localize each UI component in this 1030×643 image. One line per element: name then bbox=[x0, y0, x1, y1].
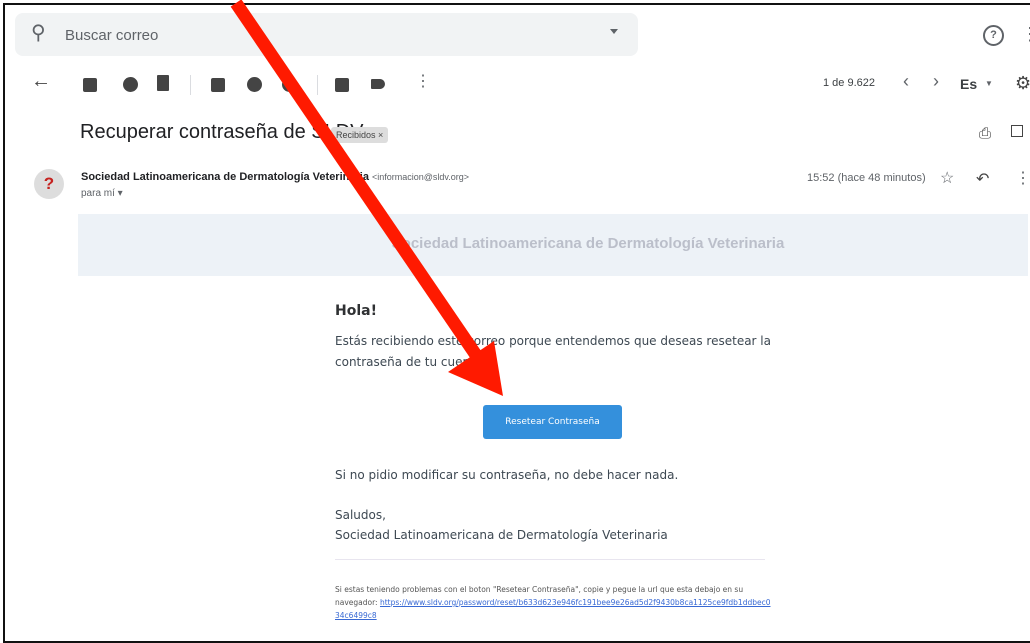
reset-url-link[interactable]: https://www.sldv.org/password/reset/b633… bbox=[335, 598, 770, 620]
email-header-banner: Sociedad Latinoamericana de Dermatología… bbox=[78, 214, 1028, 276]
language-caret-icon[interactable]: ▼ bbox=[985, 79, 993, 88]
signature-block: Saludos, Sociedad Latinoamericana de Der… bbox=[335, 505, 668, 545]
email-body: Hola! Estás recibiendo este correo porqu… bbox=[335, 303, 775, 373]
recipient-details[interactable]: para mí ▾ bbox=[81, 188, 123, 199]
open-new-window-icon[interactable] bbox=[1011, 125, 1023, 137]
sender-avatar: ? bbox=[34, 169, 64, 199]
move-to-icon[interactable] bbox=[335, 78, 349, 92]
inbox-label-chip[interactable]: Recibidos × bbox=[331, 127, 389, 143]
footer-divider bbox=[335, 559, 765, 560]
delete-icon[interactable] bbox=[157, 75, 169, 91]
gmail-window: ⚲ ? ⋮⋮ ← ⋮ 1 de 9.622 ‹ › Es ▼ ⚙ Recuper… bbox=[3, 3, 1030, 643]
message-toolbar: ← ⋮ 1 de 9.622 ‹ › Es ▼ ⚙ bbox=[5, 65, 1030, 105]
input-language[interactable]: Es bbox=[960, 76, 977, 92]
reset-password-button[interactable]: Resetear Contraseña bbox=[483, 405, 622, 439]
salutation: Saludos, bbox=[335, 508, 386, 522]
report-spam-icon[interactable] bbox=[123, 77, 138, 92]
search-icon[interactable]: ⚲ bbox=[31, 22, 46, 44]
toolbar-divider bbox=[190, 75, 191, 95]
star-icon[interactable]: ☆ bbox=[940, 168, 954, 188]
sender-email: <informacion@sldv.org> bbox=[372, 172, 470, 182]
sender-line: Sociedad Latinoamericana de Dermatología… bbox=[81, 171, 469, 183]
settings-gear-icon[interactable]: ⚙ bbox=[1015, 73, 1030, 94]
snooze-icon[interactable] bbox=[247, 77, 262, 92]
email-time: 15:52 (hace 48 minutos) bbox=[807, 172, 926, 184]
more-options-icon[interactable]: ⋮ bbox=[415, 71, 431, 91]
archive-icon[interactable] bbox=[83, 78, 97, 92]
back-arrow-icon[interactable]: ← bbox=[31, 70, 51, 93]
mark-unread-icon[interactable] bbox=[211, 78, 225, 92]
email-subject: Recuperar contraseña de SLDV bbox=[80, 121, 364, 143]
apps-grid-icon[interactable]: ⋮⋮ bbox=[1021, 24, 1030, 45]
footer-note: Si estas teniendo problemas con el boton… bbox=[335, 583, 775, 622]
no-action-paragraph: Si no pidio modificar su contraseña, no … bbox=[335, 468, 679, 482]
sender-name: Sociedad Latinoamericana de Dermatología… bbox=[81, 171, 369, 183]
help-icon[interactable]: ? bbox=[983, 25, 1004, 46]
signature-name: Sociedad Latinoamericana de Dermatología… bbox=[335, 528, 668, 542]
greeting: Hola! bbox=[335, 303, 377, 319]
message-more-icon[interactable]: ⋮ bbox=[1015, 168, 1030, 188]
intro-paragraph: Estás recibiendo este correo porque ente… bbox=[335, 334, 771, 369]
search-options-caret-icon[interactable] bbox=[610, 29, 618, 34]
newer-chevron-icon[interactable]: ‹ bbox=[903, 71, 909, 92]
label-icon[interactable] bbox=[371, 79, 385, 89]
older-chevron-icon[interactable]: › bbox=[933, 71, 939, 92]
banner-title: Sociedad Latinoamericana de Dermatología… bbox=[391, 235, 785, 252]
toolbar-divider bbox=[317, 75, 318, 95]
search-input[interactable] bbox=[63, 13, 587, 58]
search-bar[interactable]: ⚲ bbox=[15, 13, 638, 58]
message-counter: 1 de 9.622 bbox=[823, 77, 875, 89]
add-task-icon[interactable] bbox=[282, 77, 297, 92]
reply-icon[interactable]: ↶ bbox=[976, 169, 989, 189]
print-icon[interactable]: ⎙ bbox=[979, 125, 991, 142]
